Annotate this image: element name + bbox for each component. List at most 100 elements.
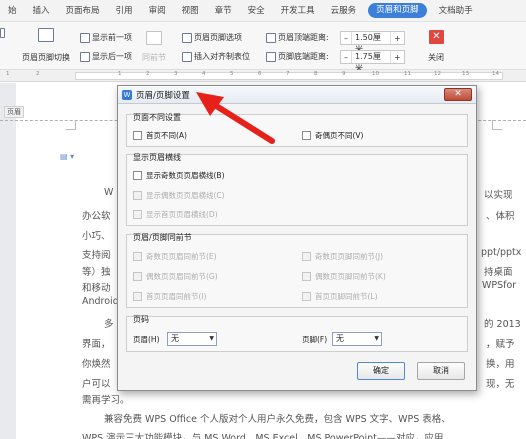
group-title: 显示页眉横线 [133, 153, 181, 162]
doc-text-right[interactable]: 换，用 [486, 356, 515, 370]
wps-app-icon: W [122, 89, 132, 100]
ruler-tick: 14 [492, 71, 499, 77]
same-as-prev-icon [146, 31, 162, 45]
doc-text-left[interactable]: 小巧、 [82, 228, 111, 242]
footer-bottom-value[interactable]: 1.75厘米 [351, 51, 391, 73]
checkbox-label: 显示奇数页页眉横线(B) [146, 171, 225, 180]
doc-text-right[interactable]: 现，无 [486, 376, 515, 390]
doc-text-left[interactable]: 支持阅 [82, 247, 111, 261]
doc-text-right[interactable]: ，赋予 [486, 336, 515, 350]
checkbox-first-page-different[interactable]: 首页不同(A) [133, 130, 187, 141]
checkbox-label: 显示偶数页页眉横线(C) [146, 191, 225, 200]
doc-text-right[interactable]: ppt/pptx [481, 247, 521, 258]
close-hf-icon[interactable]: ✕ [429, 30, 444, 44]
menu-review[interactable]: 审阅 [141, 0, 174, 22]
show-prev-button[interactable]: 显示前一项 [80, 32, 132, 43]
doc-text-left[interactable]: 户可以 [82, 376, 111, 390]
ribbon-toolbar: 页眉页脚切换 显示前一项 显示后一项 同前节 页眉页脚选项 插入对齐制表位 页眉… [0, 22, 526, 73]
checkbox-odd-footer-same: 奇数页页脚同前节(J) [302, 251, 383, 262]
checkbox-odd-even-different[interactable]: 奇偶页不同(V) [302, 130, 363, 141]
doc-text-right[interactable]: 持桌面 [484, 264, 513, 278]
menu-cloud[interactable]: 云服务 [323, 0, 365, 22]
dialog-title-bar[interactable]: W 页眉/页脚设置 [118, 86, 476, 104]
footer-bottom-stepper[interactable]: – 1.75厘米 + [340, 50, 405, 73]
doc-text-left[interactable]: 界面， [82, 336, 111, 350]
checkbox-first-footer-same: 首页页脚同前节(L) [302, 291, 378, 302]
crop-mark [492, 120, 502, 130]
menu-section[interactable]: 章节 [207, 0, 240, 22]
group-title: 页码 [133, 315, 149, 324]
checkbox-label: 首页页脚同前节(L) [315, 292, 378, 301]
menu-bar: 始 插入 页面布局 引用 审阅 视图 章节 安全 开发工具 云服务 页眉和页脚 … [0, 0, 526, 22]
header-page-number-select[interactable]: 无 [167, 332, 217, 346]
ruler-tick: 11 [404, 71, 411, 77]
dialog-close-button[interactable]: ✕ [444, 88, 472, 101]
doc-text-left[interactable]: W [104, 187, 113, 198]
header-top-value[interactable]: 1.50厘米 [351, 32, 391, 54]
menu-view[interactable]: 视图 [174, 0, 207, 22]
menu-references[interactable]: 引用 [108, 0, 141, 22]
checkbox-box [302, 272, 311, 281]
footer-bottom-minus[interactable]: – [341, 53, 351, 62]
menu-security[interactable]: 安全 [240, 0, 273, 22]
group-same-as-prev: 页眉/页脚同前节 奇数页页眉同前节(E) 奇数页页脚同前节(J) 偶数页页眉同前… [126, 233, 468, 308]
doc-text-right[interactable]: 的 2013 [484, 316, 521, 330]
page-layout-icon: ▤ ▾ [60, 152, 75, 161]
menu-header-footer[interactable]: 页眉和页脚 [368, 3, 427, 18]
cancel-button[interactable]: 取消 [417, 362, 465, 380]
header-top-stepper[interactable]: – 1.50厘米 + [340, 31, 405, 54]
doc-text-left[interactable]: 等）独 [82, 264, 111, 278]
ruler-tick: 1 [6, 71, 10, 77]
ruler-tick: 5 [230, 71, 234, 77]
ruler-tick: 6 [258, 71, 262, 77]
doc-text-right[interactable]: WPSfor [482, 280, 516, 291]
doc-text-line[interactable]: 兼容免费 WPS Office 个人版对个人用户永久免费，包含 WPS 文字、W… [104, 411, 451, 425]
checkbox-label: 偶数页页脚同前节(K) [315, 272, 386, 281]
switch-icon-wrap[interactable] [38, 28, 54, 42]
doc-text-left[interactable]: 办公软 [82, 208, 111, 222]
doc-text-line[interactable]: WPS 演示三大功能模块，与 MS Word、MS Excel、MS Power… [82, 430, 443, 439]
checkbox-box [302, 292, 311, 301]
header-footer-switch-button[interactable]: 页眉页脚切换 [22, 52, 70, 63]
close-hf-button[interactable]: 关闭 [428, 52, 444, 63]
doc-text-right[interactable]: 、体积 [486, 208, 515, 222]
footer-page-number-select[interactable]: 无 [332, 332, 382, 346]
checkbox-odd-header-line[interactable]: 显示奇数页页眉横线(B) [133, 170, 225, 181]
checkbox-box[interactable] [133, 131, 142, 140]
checkbox-box[interactable] [133, 171, 142, 180]
checkbox-box[interactable] [302, 131, 311, 140]
menu-page-layout[interactable]: 页面布局 [58, 0, 108, 22]
ruler-tick: 9 [342, 71, 346, 77]
hf-options-button[interactable]: 页眉页脚选项 [182, 32, 242, 43]
menu-doc-assistant[interactable]: 文档助手 [431, 0, 481, 22]
doc-text-right[interactable]: 以实现 [484, 187, 513, 201]
checkbox-box [133, 191, 142, 200]
checkbox-box [133, 210, 142, 219]
doc-text-left[interactable]: 和移动 [82, 280, 111, 294]
menu-insert[interactable]: 插入 [25, 0, 58, 22]
doc-text-left[interactable]: Android [82, 296, 119, 307]
header-top-minus[interactable]: – [341, 34, 351, 43]
doc-text-line[interactable]: 需再学习。 [82, 392, 130, 406]
doc-text-left[interactable]: 你焕然 [82, 356, 111, 370]
header-top-label: 页眉顶端距离: [266, 32, 329, 43]
crop-mark [66, 120, 76, 130]
insert-align-tab-button[interactable]: 插入对齐制表位 [182, 51, 250, 62]
checkbox-odd-header-same: 奇数页页眉同前节(E) [133, 251, 217, 262]
horizontal-ruler[interactable]: 1 2 1 2 3 4 5 6 7 8 9 10 11 12 13 14 [0, 70, 526, 82]
menu-start[interactable]: 始 [0, 0, 25, 22]
partial-icon [0, 28, 5, 38]
footer-bottom-plus[interactable]: + [391, 53, 404, 62]
group-title: 页眉/页脚同前节 [133, 233, 192, 242]
checkbox-label: 奇数页页脚同前节(J) [315, 252, 384, 261]
ruler-tick: 10 [372, 71, 379, 77]
ok-button[interactable]: 确定 [357, 362, 405, 380]
show-next-button[interactable]: 显示后一项 [80, 51, 132, 62]
doc-text-left[interactable]: 多 [104, 316, 114, 330]
ruler-tick: 13 [462, 71, 469, 77]
hf-options-label: 页眉页脚选项 [194, 33, 242, 42]
checkbox-first-header-line: 显示首页页眉横线(D) [133, 209, 218, 220]
header-top-plus[interactable]: + [391, 34, 404, 43]
menu-developer[interactable]: 开发工具 [273, 0, 323, 22]
footer-bottom-icon [266, 51, 276, 62]
